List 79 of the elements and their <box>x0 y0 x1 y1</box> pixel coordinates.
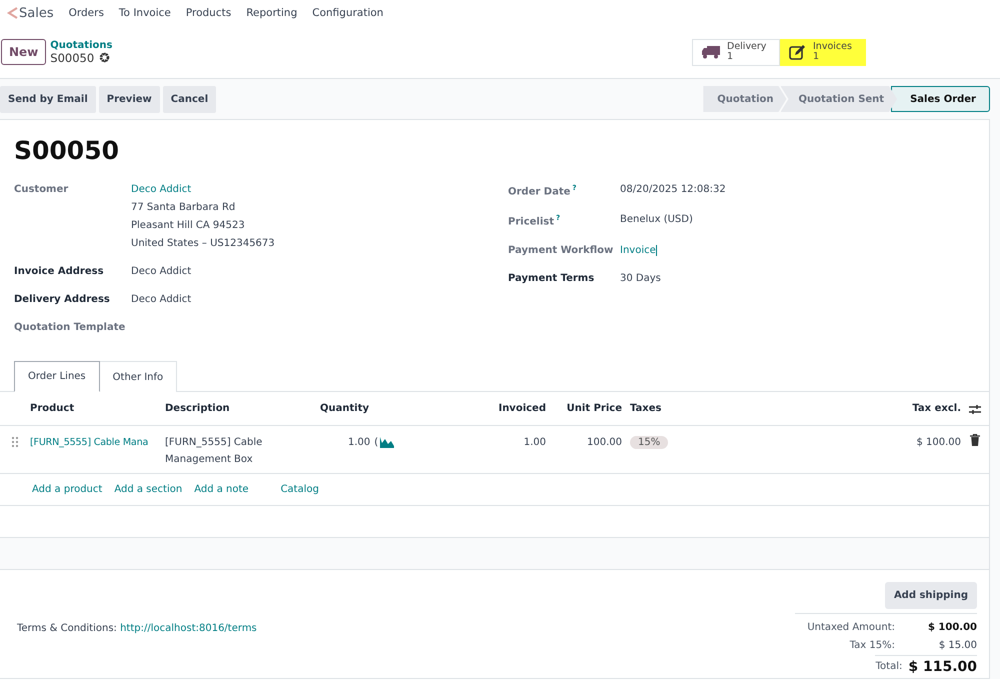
trash-icon[interactable] <box>970 434 980 446</box>
subtotal-cell-text: $ 100.00 <box>915 436 961 450</box>
settings-icon[interactable] <box>99 52 110 63</box>
product-cell[interactable]: [FURN_5555] Cable Mana <box>30 434 165 451</box>
field-label: Customer <box>14 184 70 197</box>
help-tooltip-icon[interactable]: ? <box>556 214 560 222</box>
address-line: 77 Santa Barbara Rd <box>131 202 236 213</box>
field-label: Order Date <box>508 186 570 198</box>
action-button[interactable]: Cancel <box>162 86 216 112</box>
smart-button-label: Delivery <box>727 42 766 52</box>
tax-tag: 15% <box>630 436 668 449</box>
field-value: Deco Addict <box>131 294 192 305</box>
help-tooltip-icon[interactable]: ? <box>572 184 576 192</box>
status-stage[interactable]: Quotation Sent <box>780 86 898 112</box>
total-value: $ 15.00 <box>938 639 977 653</box>
add-line-link[interactable]: Add a section <box>114 484 182 495</box>
field-value: Benelux (USD) <box>620 214 694 226</box>
tab[interactable]: Order Lines <box>14 361 100 392</box>
record-name: S00050 <box>50 50 94 64</box>
quantity-cut-text: ( <box>374 436 378 450</box>
field-value: 08/20/2025 12:08:32 <box>620 184 727 195</box>
status-stage[interactable]: Quotation <box>703 86 786 112</box>
action-button[interactable]: Send by Email <box>0 86 96 112</box>
smart-button[interactable]: Invoices 1 <box>780 38 866 66</box>
tab[interactable]: Other Info <box>100 361 178 392</box>
total-label: Total: <box>875 660 902 674</box>
address-line: United States – US12345673 <box>131 238 276 249</box>
invoiced-cell-text: 1.00 <box>522 436 546 450</box>
add-line-link[interactable]: Add a note <box>194 484 249 495</box>
field-label: Payment Workflow <box>508 244 614 256</box>
menu-item[interactable]: Reporting <box>246 7 298 19</box>
forecast-chart-icon[interactable] <box>380 437 394 448</box>
column-header[interactable]: Unit Price <box>546 403 622 414</box>
field-label: Quotation Template <box>14 322 126 333</box>
add-line-link[interactable]: Add a product <box>32 484 102 495</box>
truck-icon <box>701 45 721 59</box>
terms-link[interactable]: http://localhost:8016/terms <box>120 623 257 634</box>
field-label: Pricelist <box>508 216 554 228</box>
column-header[interactable]: Taxes <box>622 403 690 414</box>
smart-button-count: 1 <box>813 52 820 62</box>
column-header[interactable]: Invoiced <box>480 403 546 414</box>
menu-item[interactable]: Orders <box>68 7 104 19</box>
address-line: Pleasant Hill CA 94523 <box>131 220 246 231</box>
new-button[interactable]: New <box>1 39 46 65</box>
column-options-icon[interactable] <box>969 402 981 414</box>
column-header[interactable]: Tax excl. <box>690 403 961 414</box>
quantity-cell-text: 1.00 <box>348 436 370 450</box>
app-name[interactable]: Sales <box>19 6 54 20</box>
smart-button-label: Invoices <box>813 42 852 52</box>
menu-item[interactable]: To Invoice <box>118 7 171 19</box>
action-button[interactable]: Preview <box>98 86 160 112</box>
total-value: $ 100.00 <box>926 621 977 635</box>
menu-item[interactable]: Products <box>186 7 232 19</box>
column-header[interactable]: Quantity <box>320 403 440 414</box>
description-cell-text: [FURN_5555] Cable Management Box <box>165 436 264 467</box>
pencil-square-icon <box>789 44 807 60</box>
field-label: Payment Terms <box>508 272 594 284</box>
total-value: $ 115.00 <box>908 658 977 677</box>
terms-text: Terms & Conditions: http://localhost:8016/terms <box>17 623 257 636</box>
total-label: Tax 15%: <box>848 639 895 653</box>
add-line-link[interactable]: Catalog <box>280 484 319 495</box>
smart-button[interactable]: Delivery 1 <box>692 38 780 66</box>
menu-item[interactable]: Configuration <box>312 7 384 19</box>
field-value: Deco Addict <box>131 266 192 277</box>
field-label: Invoice Address <box>14 266 105 277</box>
total-label: Untaxed Amount: <box>806 621 895 635</box>
record-title: S00050 <box>13 135 120 167</box>
column-header[interactable]: Description <box>165 403 320 414</box>
drag-handle-icon[interactable] <box>11 436 19 448</box>
field-value: 30 Days <box>620 272 662 284</box>
breadcrumb-link[interactable]: Quotations <box>50 40 112 50</box>
status-stage[interactable]: Sales Order <box>891 86 990 112</box>
column-header[interactable]: Product <box>30 403 165 414</box>
add-shipping-button[interactable]: Add shipping <box>884 582 977 609</box>
field-label: Delivery Address <box>14 294 111 305</box>
field-value[interactable]: Invoice <box>620 244 657 256</box>
smart-button-count: 1 <box>727 52 734 62</box>
field-value[interactable]: Deco Addict <box>131 184 508 195</box>
unit-price-cell-text: 100.00 <box>586 436 622 450</box>
